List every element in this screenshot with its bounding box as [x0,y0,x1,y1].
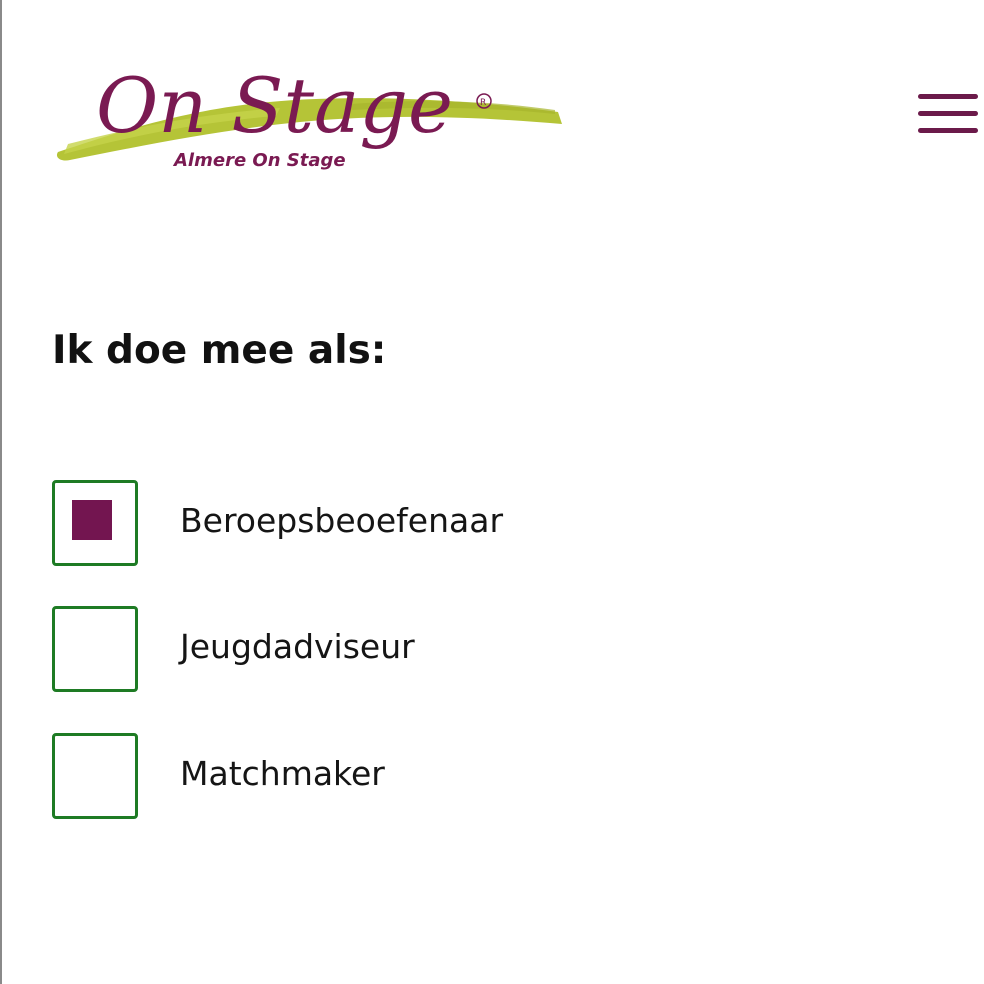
option-label: Jeugdadviseur [180,627,415,666]
logo-title: On Stage [96,61,453,150]
checkbox-matchmaker[interactable] [52,733,138,819]
on-stage-logo[interactable]: On Stage R Almere On Stage [50,40,570,185]
option-label: Beroepsbeoefenaar [180,501,504,540]
logo-subtitle: Almere On Stage [174,150,346,171]
option-label: Matchmaker [180,754,385,793]
checkbox-check-mark [72,500,112,540]
checkbox-beroepsbeoefenaar[interactable] [52,480,138,566]
hamburger-icon-bar [918,111,978,116]
hamburger-icon-bar [918,128,978,133]
option-beroepsbeoefenaar[interactable]: Beroepsbeoefenaar [52,480,752,566]
option-jeugdadviseur[interactable]: Jeugdadviseur [52,606,752,692]
hamburger-icon [918,94,978,99]
menu-button[interactable] [918,92,980,138]
form-question: Ik doe mee als: [52,328,387,373]
checkbox-jeugdadviseur[interactable] [52,606,138,692]
option-matchmaker[interactable]: Matchmaker [52,733,752,819]
page-edge [0,0,2,984]
svg-text:R: R [480,98,486,108]
